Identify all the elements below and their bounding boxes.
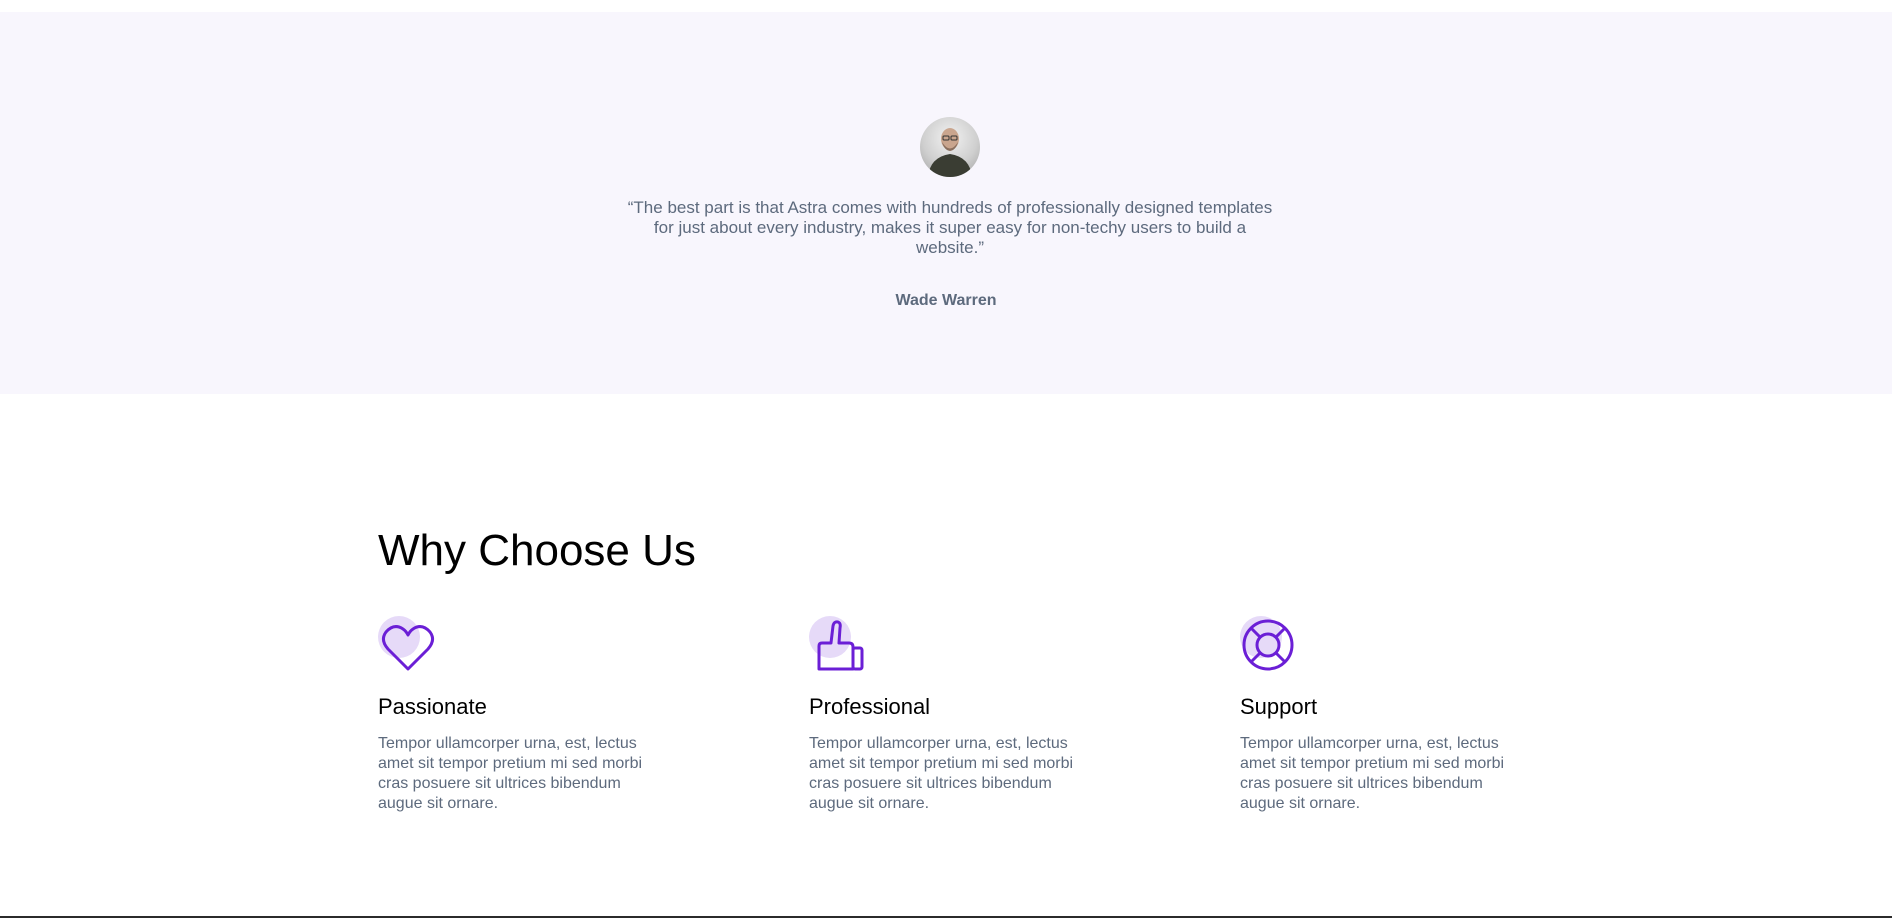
heart-icon (378, 614, 438, 674)
avatar (920, 117, 980, 177)
testimonial-author: Wade Warren (895, 292, 997, 309)
testimonial-quote: “The best part is that Astra comes with … (627, 198, 1273, 257)
testimonial-section: “The best part is that Astra comes with … (0, 12, 1892, 394)
section-title: Why Choose Us (378, 526, 696, 575)
feature-title: Support (1240, 694, 1318, 719)
thumbs-up-icon (809, 614, 869, 674)
feature-title: Passionate (378, 694, 487, 719)
lifebuoy-icon (1240, 614, 1300, 674)
feature-description: Tempor ullamcorper urna, est, lectus ame… (378, 735, 643, 812)
person-photo-icon (928, 128, 972, 177)
feature-title: Professional (809, 694, 931, 719)
feature-description: Tempor ullamcorper urna, est, lectus ame… (809, 735, 1074, 812)
feature-description: Tempor ullamcorper urna, est, lectus ame… (1240, 735, 1505, 812)
